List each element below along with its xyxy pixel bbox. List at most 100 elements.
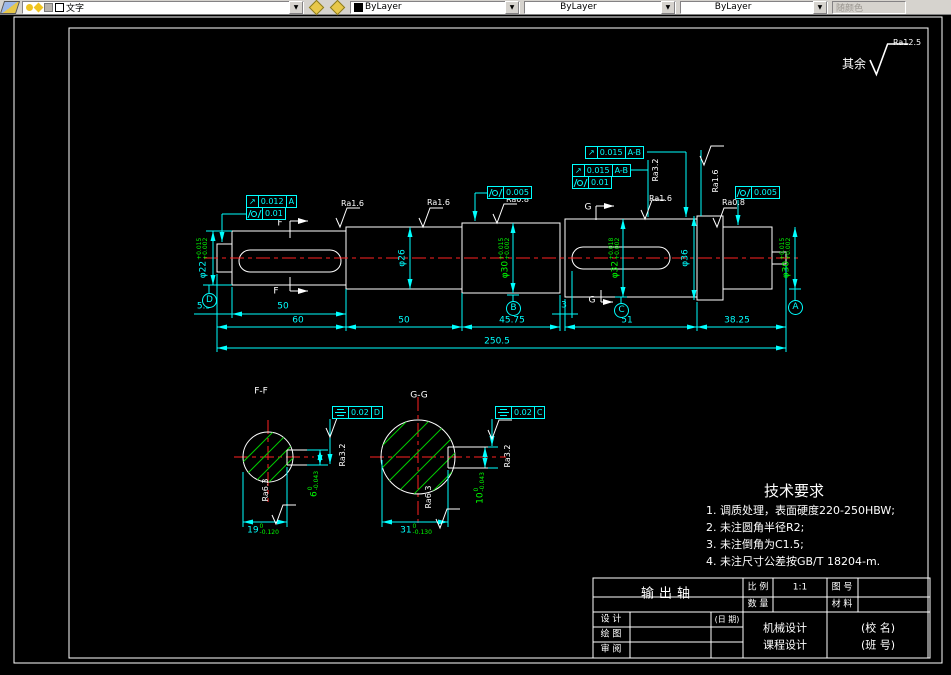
ra-label-vertical: Ra3.2 [651,158,660,182]
layer-thaw-icon[interactable] [33,2,44,12]
layer-properties-icon[interactable] [0,0,21,14]
layer-on-icon[interactable] [26,3,33,11]
object-properties-toolbar: 文字 ▼ ByLayer ▼ ByLayer ▼ ByLayer ▼ 随颜色 [0,0,951,15]
dim-label: 38.25 [724,315,750,326]
linetype-select[interactable]: ByLayer ▼ [524,0,676,14]
class-no: (班 号) [860,638,896,652]
fcf-cylindricity-right: 0.005 [735,186,780,199]
fcf-runout-top: ↗ 0.015 A-B [585,146,644,159]
view-title-ff: F-F [254,386,268,397]
plotstyle-value: 随颜色 [836,3,864,14]
surface-note-ra: Ra12.5 [893,38,922,47]
dim-dia-32: φ32 +0.018 +0.002 [608,237,621,279]
ra-label-vertical: Ra6.3 [424,485,433,509]
datum-c: C [614,303,629,318]
ra-label: Ra1.6 [649,194,673,203]
dim-label: 60 [292,315,304,326]
drawing-canvas [13,16,943,664]
cylindricity-icon [488,188,503,197]
school-name: (校 名) [860,621,896,635]
drawing-no-label: 图 号 [831,582,853,593]
centerlines [204,257,802,524]
linetype-dropdown-arrow[interactable]: ▼ [660,0,675,14]
layer-select[interactable]: 文字 ▼ [22,0,304,14]
ra-label-vertical: Ra1.6 [711,169,720,193]
datum-b: B [506,301,521,316]
layer-dropdown-arrow[interactable]: ▼ [289,0,303,14]
section-view-ff [242,431,328,527]
fcf-symmetry-gg: 0.02 C [495,406,546,419]
ra-label-vertical: Ra3.2 [338,443,347,467]
ra-label-vertical: Ra6.3 [261,478,270,502]
make-layer-current-icon[interactable] [308,0,325,15]
view-title-gg: G-G [410,390,428,401]
lineweight-value: ByLayer [714,2,752,12]
tech-item: 1. 调质处理，表面硬度220-250HBW; [706,504,895,517]
dim-dia-30b: φ30 +0.015 +0.002 [779,237,792,279]
fcf-cylindricity-mid2: 0.01 [572,176,612,189]
lineweight-dropdown-arrow[interactable]: ▼ [812,0,827,14]
review-label: 审 阅 [600,644,622,655]
cylindricity-icon [247,209,262,218]
symmetry-icon [335,408,346,417]
tech-title: 技术要求 [764,482,825,500]
tech-item: 2. 未注圆角半径R2; [706,521,805,534]
section-letter-g-top: G [584,202,592,213]
course-line1: 机械设计 [763,621,807,635]
layer-name: 文字 [66,3,85,14]
surface-note-prefix: 其余 [842,57,867,71]
tech-item: 3. 未注倒角为C1.5; [706,538,804,551]
layer-previous-icon[interactable] [329,0,346,15]
course-line2: 课程设计 [763,638,807,652]
cad-application-window: 文字 ▼ ByLayer ▼ ByLayer ▼ ByLayer ▼ 随颜色 其… [0,0,951,675]
dim-label: 45.75 [499,315,525,326]
linetype-value: ByLayer [560,2,597,12]
color-value: ByLayer [365,2,402,12]
scale-value: 1:1 [792,582,808,593]
qty-label: 数 量 [747,599,769,610]
cylindricity-icon [573,178,588,187]
datum-a: A [788,300,803,315]
layer-color-chip [55,2,64,12]
cylindricity-icon [736,188,751,197]
dim-label: 50 [277,301,289,312]
dim-dia-36: φ36 [680,249,691,267]
draw-label: 绘 图 [600,629,622,640]
section-letter-f-top: F [277,218,283,229]
runout-icon: ↗ [588,148,595,157]
ra-label: Ra1.6 [427,198,451,207]
scale-label: 比 例 [747,582,769,593]
section-letter-f-bottom: F [273,286,279,297]
color-dropdown-arrow[interactable]: ▼ [505,0,519,14]
section-letter-g-bottom: G [588,295,596,306]
fcf-cylindricity-mid: 0.005 [487,186,532,199]
design-label: 设 计 [600,614,622,625]
ra-label: Ra1.6 [341,199,365,208]
dim-label: 50 [398,315,410,326]
fcf-cylindricity-left: 0.01 [246,207,286,220]
fcf-symmetry-ff: 0.02 D [332,406,383,419]
dim-label: 250.5 [484,336,510,347]
dim-ff-width: 19 0 -0.120 [247,523,279,536]
material-label: 材 料 [831,599,853,610]
dim-dia-22: φ22 +0.015 +0.002 [196,237,209,279]
ra-label-vertical: Ra3.2 [503,444,512,468]
datum-d: D [202,293,217,308]
dim-gg-key: 10 0 -0.043 [473,472,486,504]
plotstyle-select: 随颜色 [832,0,906,14]
tech-item: 4. 未注尺寸公差按GB/T 18204-m. [706,555,881,568]
dim-gg-width: 31 0 -0.130 [400,523,432,536]
lineweight-select[interactable]: ByLayer ▼ [680,0,828,14]
part-name: 输出轴 [640,586,696,602]
dim-ff-key: 6 0 -0.043 [307,470,320,498]
symmetry-icon [498,408,509,417]
color-select[interactable]: ByLayer ▼ [350,0,520,14]
dim-dia-26: φ26 [397,249,408,267]
runout-icon: ↗ [249,197,256,206]
dim-dia-30a: φ30 +0.015 +0.002 [498,237,511,279]
dim-label: 3 [561,300,567,311]
ra-label: Ra0.8 [722,198,746,207]
layer-plot-icon[interactable] [44,2,53,12]
color-chip [354,2,363,12]
date-label: (日 期) [714,615,740,624]
